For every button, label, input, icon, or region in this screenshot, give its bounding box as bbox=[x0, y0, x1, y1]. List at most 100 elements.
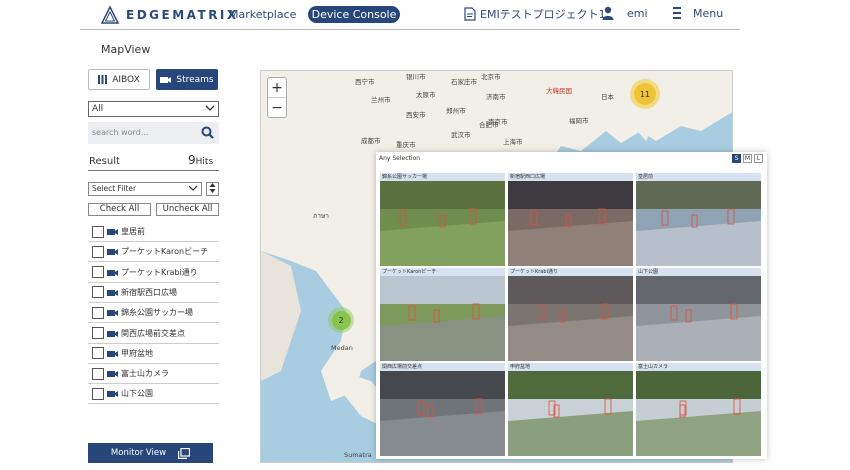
stream-label: 皇居前 bbox=[121, 227, 145, 236]
tab-streams[interactable]: Streams bbox=[156, 69, 218, 90]
project-selector[interactable]: EMIテストプロジェクト1 bbox=[464, 6, 606, 22]
map-label: Sumatra bbox=[344, 451, 372, 459]
map-label: 福岡市 bbox=[569, 117, 589, 125]
sort-icon bbox=[209, 183, 216, 193]
camera-feed-image bbox=[508, 276, 633, 361]
map-label: 北京市 bbox=[481, 73, 501, 81]
zoom-in-button[interactable]: + bbox=[268, 78, 286, 98]
camera-icon bbox=[107, 350, 118, 357]
monitor-view-button[interactable]: Monitor View bbox=[88, 443, 213, 463]
size-medium-button[interactable]: M bbox=[743, 154, 752, 163]
stream-list-item[interactable]: 錦糸公園サッカー場 bbox=[88, 303, 219, 324]
menu-icon bbox=[673, 7, 681, 19]
size-small-button[interactable]: S bbox=[732, 154, 741, 163]
map-label: 兰州市 bbox=[371, 96, 391, 104]
tab-aibox-label: AIBOX bbox=[112, 74, 140, 85]
map-label: 日本 bbox=[601, 93, 614, 101]
zoom-out-button[interactable]: − bbox=[268, 98, 286, 118]
stream-checkbox[interactable] bbox=[92, 347, 104, 360]
map-label: 上海市 bbox=[503, 138, 523, 146]
stream-list-item[interactable]: プーケットKaronビーチ bbox=[88, 242, 219, 263]
brand-logo[interactable]: EDGEMATRIX bbox=[100, 5, 239, 25]
stream-checkbox[interactable] bbox=[92, 327, 104, 339]
stream-checkbox[interactable] bbox=[92, 266, 104, 279]
nav-marketplace[interactable]: Marketplace bbox=[229, 8, 296, 21]
search-input[interactable]: search word... bbox=[88, 122, 219, 144]
stream-list-item[interactable]: 甲府盆地 bbox=[88, 344, 219, 364]
search-placeholder: search word... bbox=[92, 128, 149, 137]
map-label: 银川市 bbox=[406, 73, 426, 81]
camera-feed-image bbox=[636, 276, 761, 361]
stream-checkbox[interactable] bbox=[92, 387, 104, 400]
stream-label: プーケットKaronビーチ bbox=[121, 247, 209, 257]
size-large-button[interactable]: L bbox=[754, 154, 763, 163]
sort-button[interactable] bbox=[206, 182, 219, 196]
camera-icon bbox=[107, 289, 118, 296]
stream-list-item[interactable]: 関西広場前交差点 bbox=[88, 324, 219, 344]
result-count-unit: Hits bbox=[195, 157, 214, 167]
camera-feed-image bbox=[508, 181, 633, 266]
stream-checkbox[interactable] bbox=[92, 225, 104, 238]
search-icon[interactable] bbox=[201, 126, 214, 139]
map-cluster-marker[interactable]: 2 bbox=[328, 307, 354, 333]
stream-list-item[interactable]: 富士山カメラ bbox=[88, 364, 219, 385]
stream-list-item[interactable]: 新宿駅西口広場 bbox=[88, 283, 219, 303]
page-title: MapView bbox=[101, 43, 151, 56]
camera-tile[interactable]: プーケットKaronビーチ bbox=[380, 268, 505, 361]
stream-list-item[interactable]: 山下公園 bbox=[88, 384, 219, 405]
camera-tile[interactable]: 新宿駅西口広場 bbox=[508, 173, 633, 266]
camera-tile[interactable]: 甲府盆地 bbox=[508, 363, 633, 456]
result-count-value: 9 bbox=[188, 153, 196, 167]
check-all-button[interactable]: Check All bbox=[88, 203, 151, 216]
stream-label: 富士山カメラ bbox=[121, 369, 169, 379]
nav-device-console[interactable]: Device Console bbox=[308, 6, 400, 23]
stream-checkbox[interactable] bbox=[92, 286, 104, 299]
result-label: Result bbox=[89, 156, 120, 167]
map-label: ภาษา bbox=[313, 212, 329, 220]
cluster-count: 2 bbox=[331, 310, 351, 330]
camera-tile[interactable]: 関西広場前交差点 bbox=[380, 363, 505, 456]
map-label: 成都市 bbox=[361, 137, 381, 145]
user-icon bbox=[602, 6, 614, 20]
map-label: 西宁市 bbox=[355, 78, 375, 86]
camera-feed-image bbox=[508, 371, 633, 456]
stream-checkbox[interactable] bbox=[92, 245, 104, 258]
stream-label: 新宿駅西口広場 bbox=[121, 287, 177, 297]
uncheck-all-button[interactable]: Uncheck All bbox=[156, 203, 219, 216]
camera-tile-title: 甲府盆地 bbox=[508, 363, 633, 371]
camera-tile[interactable]: プーケットKrabi通り bbox=[508, 268, 633, 361]
camera-tile[interactable]: 皇居前 bbox=[636, 173, 761, 266]
camera-feed-image bbox=[636, 181, 761, 266]
all-dropdown-value: All bbox=[92, 104, 104, 114]
camera-tile-title: 皇居前 bbox=[636, 173, 761, 181]
camera-icon bbox=[160, 77, 172, 83]
user-account[interactable]: emi bbox=[602, 6, 648, 20]
stream-checkbox[interactable] bbox=[92, 367, 104, 380]
camera-feed-image bbox=[636, 371, 761, 456]
all-dropdown[interactable]: All bbox=[88, 101, 219, 117]
stream-checkbox[interactable] bbox=[92, 306, 104, 319]
map-label: 武汉市 bbox=[451, 131, 471, 139]
project-name: EMIテストプロジェクト1 bbox=[480, 8, 606, 21]
header-divider bbox=[80, 29, 740, 30]
chevron-down-icon bbox=[205, 105, 215, 111]
stream-list-item[interactable]: 皇居前 bbox=[88, 222, 219, 242]
map-label: 郑州市 bbox=[446, 107, 466, 115]
camera-feed-image bbox=[380, 276, 505, 361]
size-toggle: S M L bbox=[732, 154, 763, 163]
result-divider bbox=[88, 170, 219, 171]
stream-list-item[interactable]: プーケットKrabi通り bbox=[88, 263, 219, 283]
menu-button[interactable]: Menu bbox=[673, 6, 723, 20]
camera-icon bbox=[107, 269, 118, 276]
map-cluster-marker[interactable]: 11 bbox=[630, 79, 660, 109]
camera-icon bbox=[107, 391, 118, 398]
select-filter-dropdown[interactable]: Select Filter bbox=[88, 182, 202, 196]
top-bar: EDGEMATRIX Marketplace Device Console EM… bbox=[0, 0, 850, 30]
camera-tile[interactable]: 富士山カメラ bbox=[636, 363, 761, 456]
stream-label: プーケットKrabi通り bbox=[121, 267, 198, 277]
tab-aibox[interactable]: AIBOX bbox=[88, 69, 150, 90]
camera-tile[interactable]: 錦糸公園サッカー場 bbox=[380, 173, 505, 266]
camera-tile[interactable]: 山下公園 bbox=[636, 268, 761, 361]
camera-tile-title: プーケットKaronビーチ bbox=[380, 268, 505, 276]
menu-label: Menu bbox=[693, 6, 724, 20]
